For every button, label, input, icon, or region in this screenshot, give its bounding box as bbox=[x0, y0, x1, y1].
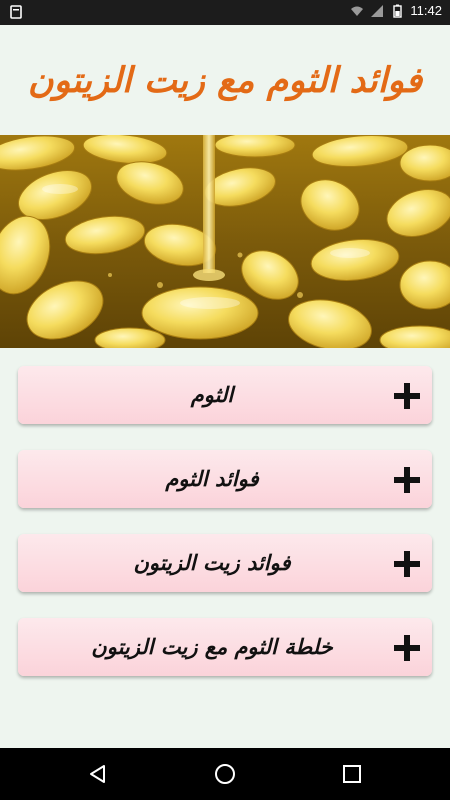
home-icon[interactable] bbox=[213, 762, 237, 786]
garlic-oil-illustration bbox=[0, 135, 450, 348]
app-title: فوائد الثوم مع زيت الزيتون bbox=[27, 59, 423, 101]
recents-icon[interactable] bbox=[340, 762, 364, 786]
plus-icon[interactable] bbox=[394, 467, 420, 493]
title-area: فوائد الثوم مع زيت الزيتون bbox=[0, 25, 450, 135]
menu-list: الثوم فوائد الثوم فوائد زيت الزيتون خلطة… bbox=[18, 366, 432, 702]
menu-item-label: الثوم bbox=[190, 382, 234, 407]
menu-item-label: فوائد زيت الزيتون bbox=[133, 550, 291, 575]
status-time: 11:42 bbox=[410, 3, 442, 18]
status-bar: 11:42 bbox=[0, 0, 450, 25]
signal-icon bbox=[371, 4, 384, 17]
menu-item-garlic[interactable]: الثوم bbox=[18, 366, 432, 424]
menu-item-garlic-olive-oil-mix[interactable]: خلطة الثوم مع زيت الزيتون bbox=[18, 618, 432, 676]
plus-icon[interactable] bbox=[394, 383, 420, 409]
plus-icon[interactable] bbox=[394, 551, 420, 577]
hero-image bbox=[0, 135, 450, 348]
navigation-bar bbox=[0, 748, 450, 800]
battery-icon bbox=[393, 4, 403, 18]
menu-item-olive-oil-benefits[interactable]: فوائد زيت الزيتون bbox=[18, 534, 432, 592]
menu-item-label: خلطة الثوم مع زيت الزيتون bbox=[91, 634, 333, 659]
menu-item-label: فوائد الثوم bbox=[165, 466, 259, 491]
wifi-icon bbox=[351, 6, 364, 16]
back-icon[interactable] bbox=[86, 762, 110, 786]
plus-icon[interactable] bbox=[394, 635, 420, 661]
notification-icon bbox=[10, 5, 22, 19]
menu-item-garlic-benefits[interactable]: فوائد الثوم bbox=[18, 450, 432, 508]
